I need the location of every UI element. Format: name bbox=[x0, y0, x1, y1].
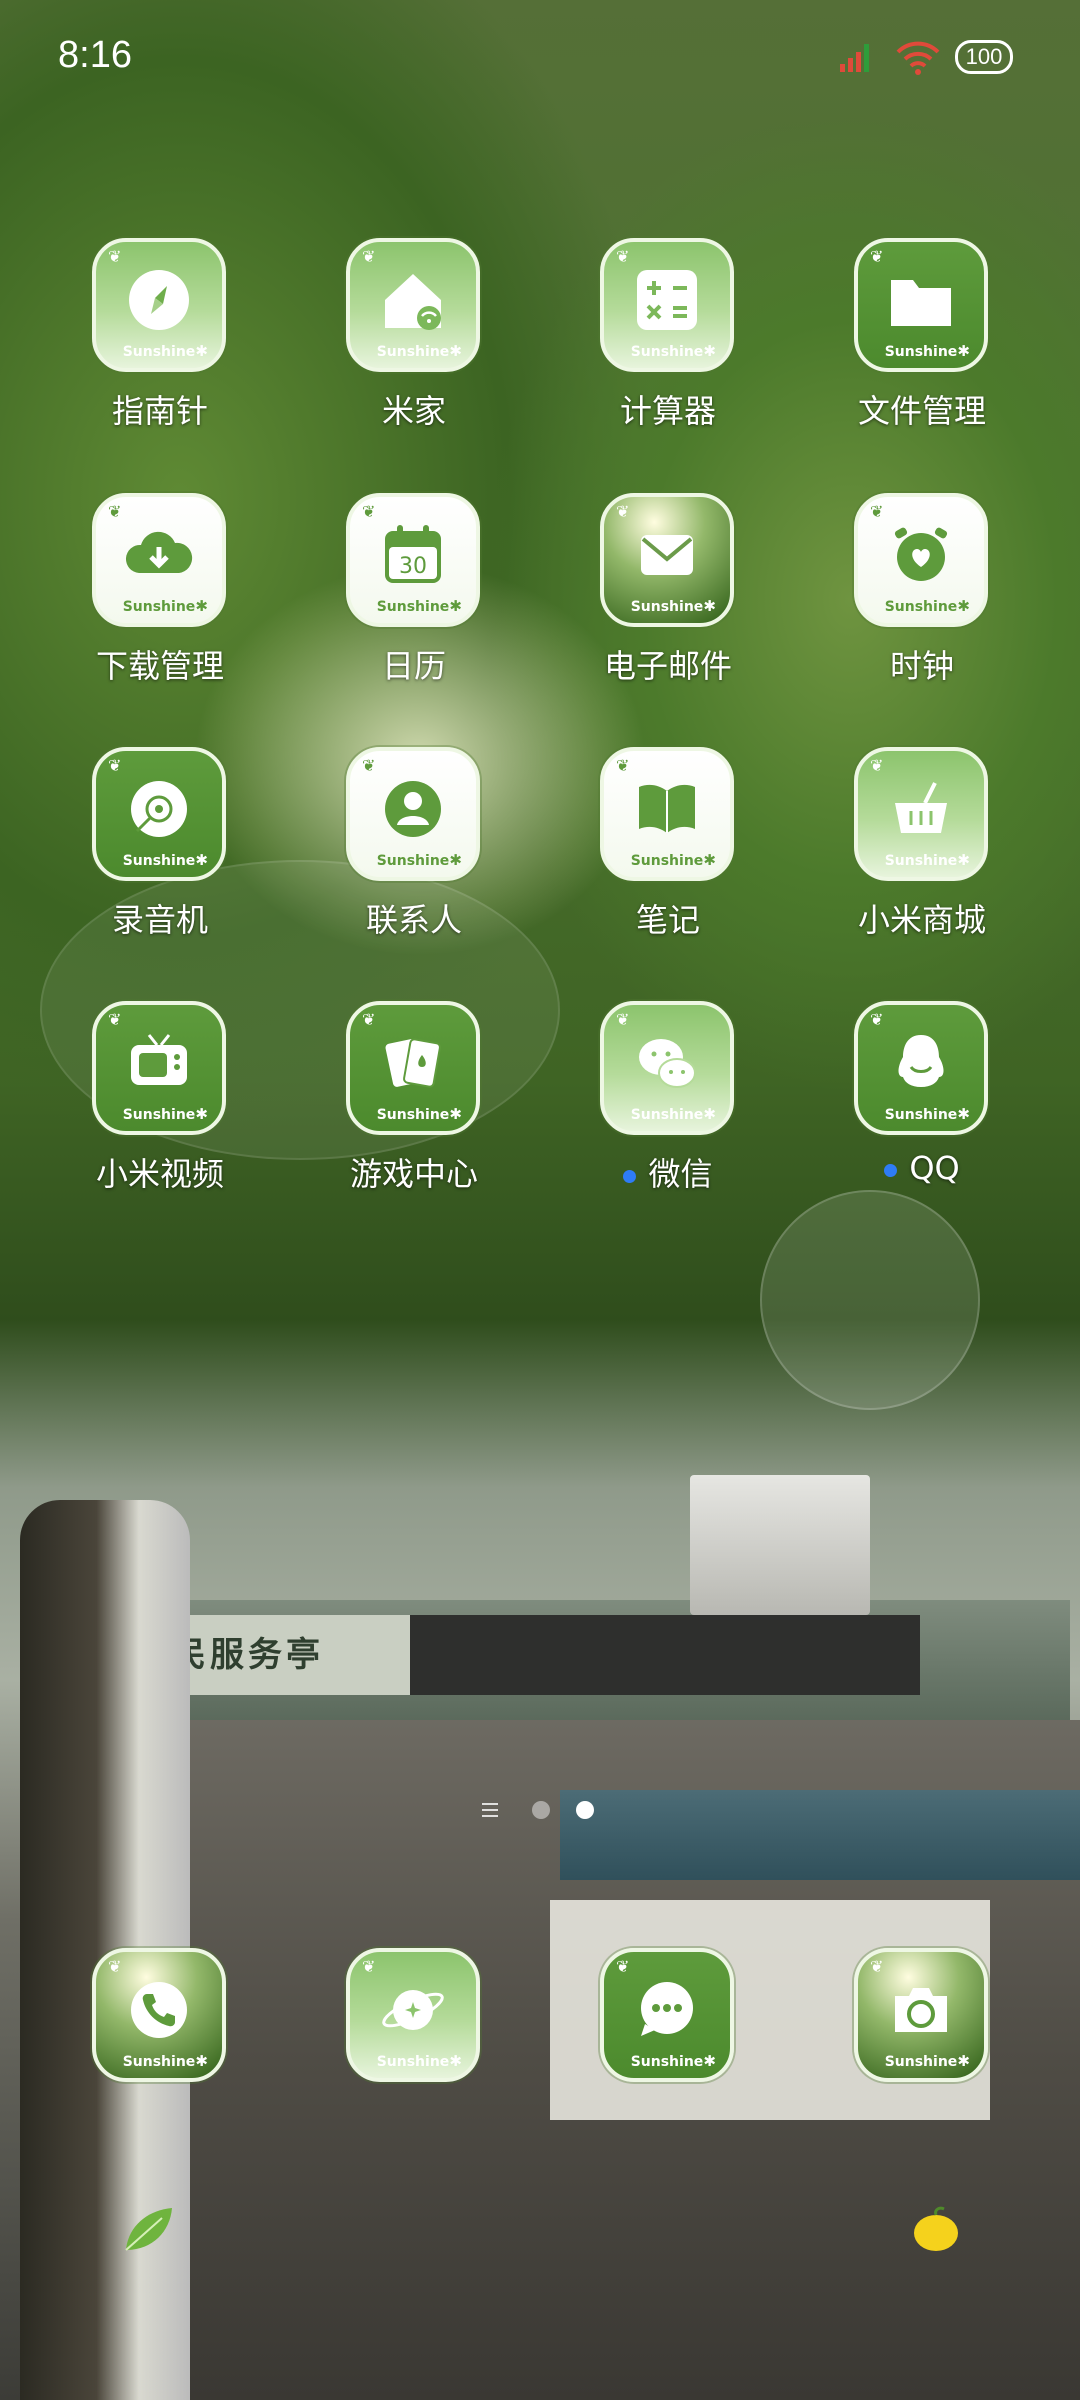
app-label: QQ bbox=[822, 1149, 1022, 1187]
app-qq[interactable]: ❦ Sunshine ✱ QQ bbox=[822, 1001, 1022, 1221]
page-dot[interactable] bbox=[532, 1801, 550, 1819]
battery-level: 100 bbox=[965, 44, 1003, 69]
app-clock[interactable]: ❦ Sunshine ✱ 时钟 bbox=[822, 493, 1022, 713]
messages-icon: ❦ Sunshine ✱ bbox=[600, 1948, 734, 2082]
app-label: 录音机 bbox=[111, 901, 208, 939]
camera-icon: ❦ Sunshine ✱ bbox=[854, 1948, 988, 2082]
calendar-day: 30 bbox=[399, 554, 427, 579]
app-recorder[interactable]: ❦ Sunshine ✱ 录音机 bbox=[60, 747, 260, 967]
app-email[interactable]: ❦ Sunshine ✱ 电子邮件 bbox=[568, 493, 768, 713]
battery-icon: 100 bbox=[955, 40, 1013, 74]
game-cards-icon: ❦ Sunshine ✱ bbox=[346, 1001, 480, 1135]
leaf-icon bbox=[125, 2208, 172, 2251]
app-label: 时钟 bbox=[889, 647, 954, 685]
dock-browser[interactable]: ❦ Sunshine ✱ bbox=[314, 1948, 514, 2088]
wallpaper-bokeh bbox=[760, 1190, 980, 1410]
qq-icon: ❦ Sunshine ✱ bbox=[854, 1001, 988, 1135]
notification-dot bbox=[884, 1163, 898, 1177]
app-mi-video[interactable]: ❦ Sunshine ✱ 小米视频 bbox=[60, 1001, 260, 1221]
app-label: 日历 bbox=[381, 647, 446, 685]
app-notes[interactable]: ❦ Sunshine ✱ 笔记 bbox=[568, 747, 768, 967]
notification-dot bbox=[623, 1169, 637, 1183]
status-bar: 8:16 100 bbox=[0, 0, 1080, 110]
smart-home-icon: ❦ Sunshine ✱ bbox=[346, 238, 480, 372]
app-wechat[interactable]: ❦ Sunshine ✱ 微信 bbox=[568, 1001, 768, 1221]
browser-planet-icon: ❦ Sunshine ✱ bbox=[346, 1948, 480, 2082]
app-label: 微信 bbox=[568, 1149, 768, 1195]
page-dot-active[interactable] bbox=[576, 1801, 594, 1819]
alarm-clock-icon: ❦ Sunshine ✱ bbox=[854, 493, 988, 627]
app-downloads[interactable]: ❦ Sunshine ✱ 下载管理 bbox=[60, 493, 260, 713]
shopping-basket-icon: ❦ Sunshine ✱ bbox=[854, 747, 988, 881]
page-indicator[interactable] bbox=[476, 1797, 606, 1821]
app-label: 联系人 bbox=[365, 901, 462, 939]
dock-phone[interactable]: ❦ Sunshine ✱ bbox=[60, 1948, 260, 2088]
recorder-icon: ❦ Sunshine ✱ bbox=[92, 747, 226, 881]
app-label: 下载管理 bbox=[95, 647, 224, 685]
app-contacts[interactable]: ❦ Sunshine ✱ 联系人 bbox=[314, 747, 514, 967]
app-label: 小米视频 bbox=[95, 1155, 224, 1193]
phone-icon: ❦ Sunshine ✱ bbox=[92, 1948, 226, 2082]
app-game-center[interactable]: ❦ Sunshine ✱ 游戏中心 bbox=[314, 1001, 514, 1221]
mail-icon: ❦ Sunshine ✱ bbox=[600, 493, 734, 627]
dock-camera[interactable]: ❦ Sunshine ✱ bbox=[822, 1948, 1022, 2088]
wallpaper-awning bbox=[560, 1790, 1080, 1880]
calculator-icon: ❦ Sunshine ✱ bbox=[600, 238, 734, 372]
app-label: 计算器 bbox=[619, 392, 716, 430]
wallpaper-air-conditioner bbox=[690, 1475, 870, 1615]
app-label: 游戏中心 bbox=[349, 1155, 478, 1193]
wifi-icon bbox=[896, 41, 940, 75]
app-drawer-icon[interactable] bbox=[482, 1803, 498, 1817]
app-label: 米家 bbox=[381, 392, 446, 430]
signal-icon bbox=[840, 44, 869, 72]
app-label: 指南针 bbox=[111, 392, 208, 430]
app-label: 笔记 bbox=[635, 901, 700, 939]
tv-icon: ❦ Sunshine ✱ bbox=[92, 1001, 226, 1135]
app-mi-store[interactable]: ❦ Sunshine ✱ 小米商城 bbox=[822, 747, 1022, 967]
folder-icon: ❦ Sunshine ✱ bbox=[854, 238, 988, 372]
app-calendar[interactable]: ❦ 30 Sunshine ✱ 日历 bbox=[314, 493, 514, 713]
app-label: 文件管理 bbox=[857, 392, 986, 430]
lemon-icon bbox=[914, 2206, 958, 2251]
status-time: 8:16 bbox=[58, 34, 132, 76]
dock-messages[interactable]: ❦ Sunshine ✱ bbox=[568, 1948, 768, 2088]
app-calculator[interactable]: ❦ Sunshine ✱ 计算器 bbox=[568, 238, 768, 458]
app-label: 电子邮件 bbox=[603, 647, 732, 685]
compass-icon: ❦ Sunshine ✱ bbox=[92, 238, 226, 372]
contacts-icon: ❦ Sunshine ✱ bbox=[346, 747, 480, 881]
wallpaper-kiosk-board bbox=[410, 1615, 920, 1695]
wechat-icon: ❦ Sunshine ✱ bbox=[600, 1001, 734, 1135]
calendar-icon: ❦ 30 Sunshine ✱ bbox=[346, 493, 480, 627]
app-file-manager[interactable]: ❦ Sunshine ✱ 文件管理 bbox=[822, 238, 1022, 458]
notes-icon: ❦ Sunshine ✱ bbox=[600, 747, 734, 881]
app-label: 小米商城 bbox=[857, 901, 986, 939]
app-mijia[interactable]: ❦ Sunshine ✱ 米家 bbox=[314, 238, 514, 458]
cloud-download-icon: ❦ Sunshine ✱ bbox=[92, 493, 226, 627]
app-compass[interactable]: ❦ Sunshine ✱ 指南针 bbox=[60, 238, 260, 458]
